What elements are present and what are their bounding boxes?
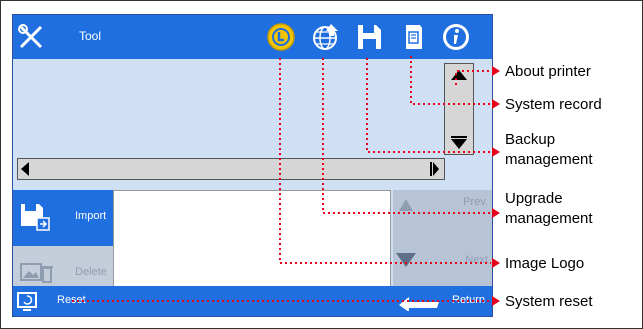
- callout-image-logo: Image Logo: [505, 255, 585, 272]
- backup-disk-icon[interactable]: [354, 22, 384, 52]
- vertical-scrollbar[interactable]: [444, 63, 474, 155]
- printer-screen: Tool Import Delete Prev. Next Reset Retu…: [12, 14, 493, 317]
- return-label[interactable]: Return: [452, 294, 485, 306]
- import-disk-icon: [21, 204, 50, 231]
- prev-arrow-icon: [399, 199, 413, 211]
- scroll-right-arrow-icon[interactable]: [430, 162, 440, 176]
- reset-icon[interactable]: [16, 290, 38, 312]
- callout-upgrade-line2: management: [505, 210, 593, 227]
- content-area: [13, 59, 492, 157]
- callout-about-printer: About printer: [505, 63, 591, 80]
- prev-button[interactable]: Prev.: [393, 190, 492, 246]
- delete-label: Delete: [75, 266, 107, 278]
- next-arrow-icon: [396, 253, 416, 267]
- reset-label[interactable]: Reset: [57, 294, 86, 306]
- callout-backup-line2: management: [505, 151, 593, 168]
- delete-images-icon: [20, 263, 53, 283]
- return-arrow-icon[interactable]: [397, 291, 441, 311]
- toolbar-title: Tool: [79, 29, 102, 43]
- bottom-bar: Reset Return: [13, 286, 492, 316]
- system-record-icon[interactable]: [398, 22, 428, 52]
- top-toolbar: Tool: [13, 15, 492, 59]
- callout-backup-line1: Backup: [505, 131, 556, 148]
- horizontal-scrollbar[interactable]: [17, 158, 445, 180]
- image-logo-icon[interactable]: [266, 22, 296, 52]
- scroll-down-arrow-icon[interactable]: [450, 136, 468, 150]
- scroll-left-arrow-icon[interactable]: [20, 162, 30, 176]
- callout-system-reset: System reset: [505, 293, 593, 310]
- import-button[interactable]: Import: [13, 190, 113, 246]
- import-label: Import: [75, 210, 107, 222]
- prev-label: Prev.: [463, 196, 488, 208]
- tools-icon[interactable]: [17, 23, 45, 51]
- callout-system-record: System record: [505, 96, 602, 113]
- callout-upgrade-line1: Upgrade: [505, 190, 563, 207]
- about-info-icon[interactable]: [441, 22, 471, 52]
- next-label: Next: [465, 254, 488, 266]
- scroll-up-arrow-icon[interactable]: [450, 68, 468, 82]
- upgrade-globe-icon[interactable]: [311, 22, 341, 52]
